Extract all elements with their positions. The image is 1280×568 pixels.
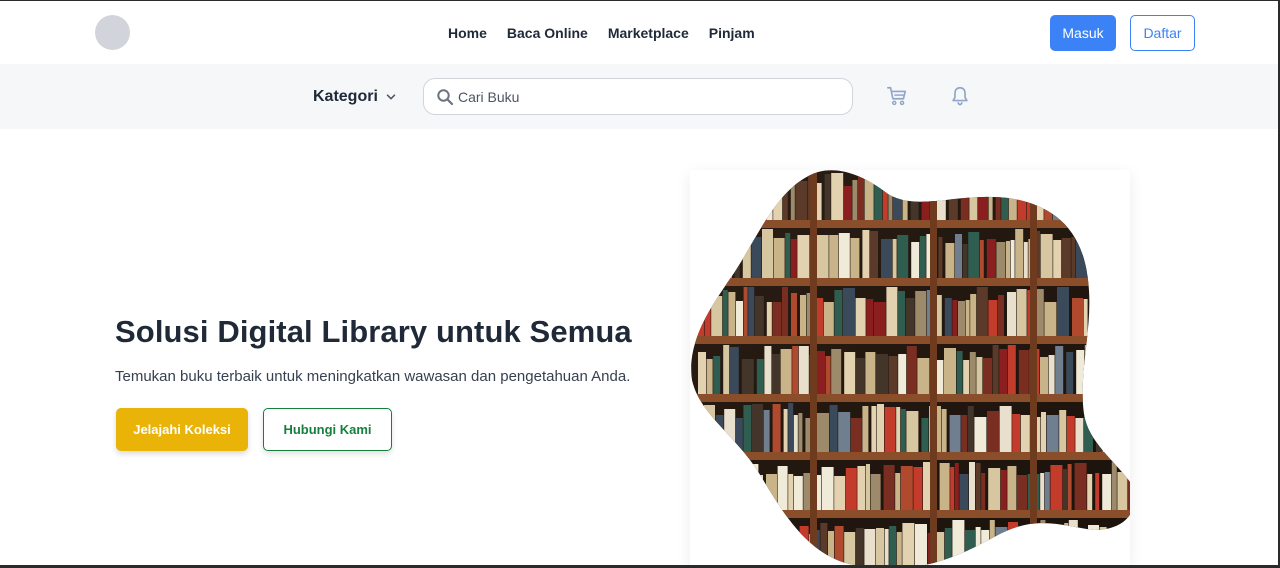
bookshelf-image — [691, 170, 1130, 566]
register-button[interactable]: Daftar — [1130, 15, 1195, 51]
search-input[interactable] — [458, 84, 838, 109]
top-navbar: Home Baca Online Marketplace Pinjam Masu… — [0, 1, 1278, 64]
hero-title: Solusi Digital Library untuk Semua — [115, 314, 632, 349]
nav-link-home[interactable]: Home — [448, 25, 487, 41]
logo[interactable] — [95, 15, 130, 50]
nav-link-baca-online[interactable]: Baca Online — [507, 25, 588, 41]
contact-us-button[interactable]: Hubungi Kami — [263, 408, 392, 451]
hero-image-card — [690, 170, 1130, 566]
bell-icon[interactable] — [949, 85, 971, 107]
nav-link-pinjam[interactable]: Pinjam — [709, 25, 755, 41]
cart-icon[interactable] — [886, 85, 908, 107]
nav-link-marketplace[interactable]: Marketplace — [608, 25, 689, 41]
explore-collection-button[interactable]: Jelajahi Koleksi — [116, 408, 248, 451]
category-dropdown[interactable]: Kategori — [313, 88, 396, 106]
search-icon — [437, 89, 454, 106]
main-nav: Home Baca Online Marketplace Pinjam — [448, 25, 755, 41]
hero-subtitle: Temukan buku terbaik untuk meningkatkan … — [115, 368, 631, 385]
search-box — [423, 78, 853, 115]
chevron-down-icon — [386, 94, 396, 100]
login-button[interactable]: Masuk — [1050, 15, 1116, 51]
search-bar-section: Kategori — [0, 64, 1278, 129]
category-label: Kategori — [313, 88, 378, 105]
